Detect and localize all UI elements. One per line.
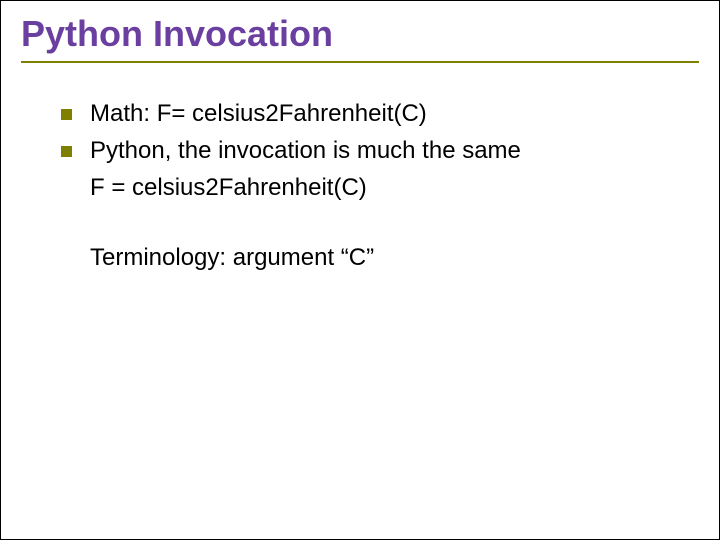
slide: Python Invocation Math: F= celsius2Fahre… bbox=[0, 0, 720, 540]
title-container: Python Invocation bbox=[21, 11, 699, 63]
bullet-icon bbox=[61, 109, 72, 120]
slide-title: Python Invocation bbox=[21, 11, 699, 55]
bullet-item: Python, the invocation is much the same bbox=[61, 134, 699, 169]
spacer bbox=[61, 207, 699, 241]
slide-content: Math: F= celsius2Fahrenheit(C) Python, t… bbox=[21, 97, 699, 276]
bullet-icon bbox=[61, 146, 72, 157]
bullet-item: Math: F= celsius2Fahrenheit(C) bbox=[61, 97, 699, 132]
bullet-text: Python, the invocation is much the same bbox=[90, 134, 699, 169]
terminology-line: Terminology: argument “C” bbox=[90, 241, 699, 276]
bullet-text: Math: F= celsius2Fahrenheit(C) bbox=[90, 97, 699, 132]
sub-line: F = celsius2Fahrenheit(C) bbox=[90, 171, 699, 206]
